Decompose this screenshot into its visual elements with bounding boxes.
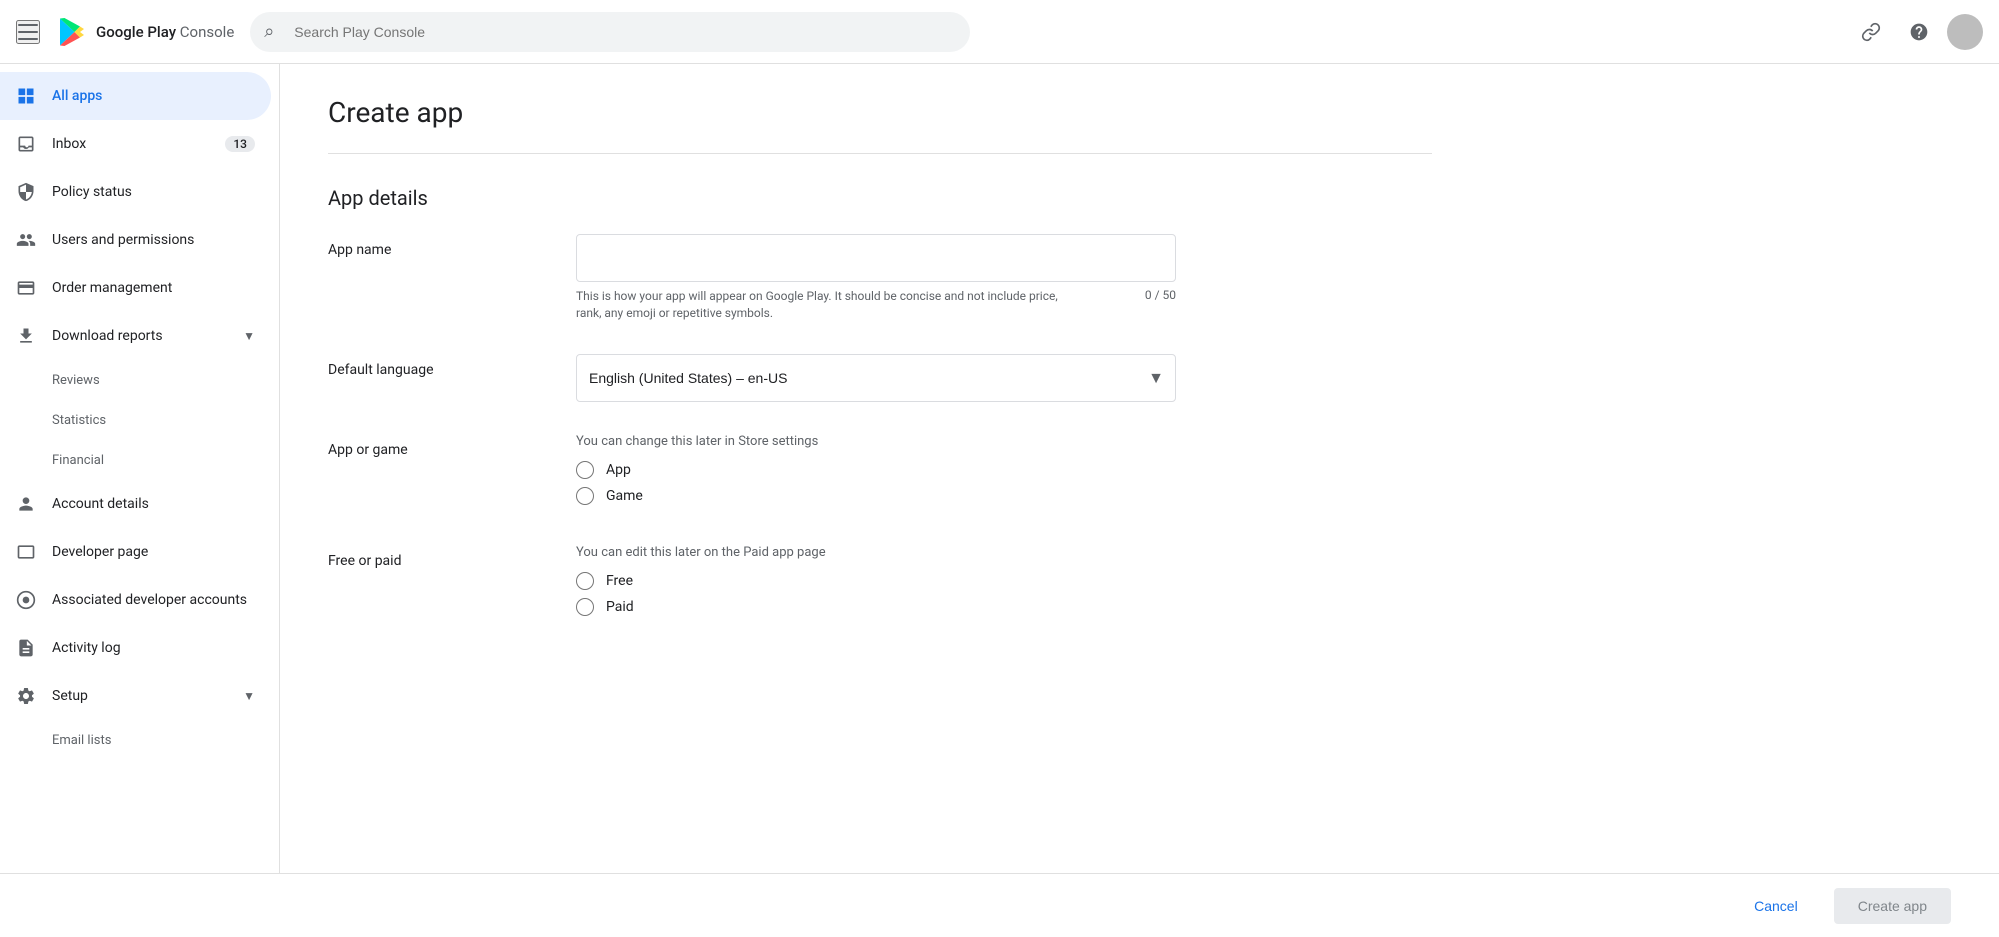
free-or-paid-hint: You can edit this later on the Paid app …: [576, 545, 1176, 560]
sidebar-item-financial[interactable]: Financial: [0, 440, 279, 480]
page-title: Create app: [328, 96, 1432, 129]
app-or-game-label: App or game: [328, 434, 528, 458]
grid-icon: [16, 86, 36, 106]
free-or-paid-label: Free or paid: [328, 545, 528, 569]
gear-icon: [16, 686, 36, 706]
app-name-row: App name This is how your app will appea…: [328, 234, 1432, 322]
credit-card-icon: [16, 278, 36, 298]
sidebar-associated-label: Associated developer accounts: [52, 592, 255, 608]
sidebar-account-label: Account details: [52, 496, 255, 512]
app-radio-option[interactable]: App: [576, 461, 1176, 479]
sidebar-reviews-label: Reviews: [52, 373, 100, 388]
menu-icon[interactable]: [16, 20, 40, 44]
card-icon: [16, 542, 36, 562]
sidebar-item-account-details[interactable]: Account details: [0, 480, 271, 528]
sidebar-activity-label: Activity log: [52, 640, 255, 656]
sidebar-setup-label: Setup: [52, 688, 227, 704]
language-select[interactable]: English (United States) – en-US Spanish …: [576, 354, 1176, 402]
sidebar-item-policy-status[interactable]: Policy status: [0, 168, 271, 216]
game-radio-label: Game: [606, 488, 643, 504]
free-or-paid-row: Free or paid You can edit this later on …: [328, 545, 1432, 624]
sidebar-users-label: Users and permissions: [52, 232, 255, 248]
cancel-button[interactable]: Cancel: [1730, 888, 1822, 924]
sidebar-item-inbox[interactable]: Inbox 13: [0, 120, 271, 168]
search-icon: ⌕: [264, 21, 274, 42]
sidebar-order-label: Order management: [52, 280, 255, 296]
main-content: Create app App details App name This is …: [280, 64, 1999, 873]
free-radio-option[interactable]: Free: [576, 572, 1176, 590]
sidebar-email-lists-label: Email lists: [52, 733, 111, 748]
inbox-icon: [16, 134, 36, 154]
sidebar-item-developer-page[interactable]: Developer page: [0, 528, 271, 576]
free-radio-input[interactable]: [576, 572, 594, 590]
sidebar-item-statistics[interactable]: Statistics: [0, 400, 279, 440]
layout: All apps Inbox 13 Policy status Users an…: [0, 64, 1999, 873]
search-input[interactable]: [250, 12, 970, 52]
person-group-icon: [16, 230, 36, 250]
app-or-game-hint: You can change this later in Store setti…: [576, 434, 1176, 449]
sidebar-download-label: Download reports: [52, 328, 227, 344]
app-name-field: This is how your app will appear on Goog…: [576, 234, 1176, 322]
sidebar-inbox-label: Inbox: [52, 136, 209, 152]
app-or-game-row: App or game You can change this later in…: [328, 434, 1432, 513]
free-or-paid-field: You can edit this later on the Paid app …: [576, 545, 1176, 624]
shield-icon: [16, 182, 36, 202]
app-name-hint-text: This is how your app will appear on Goog…: [576, 288, 1076, 322]
sidebar-item-setup[interactable]: Setup ▼: [0, 672, 271, 720]
document-icon: [16, 638, 36, 658]
sidebar-developer-label: Developer page: [52, 544, 255, 560]
google-play-logo-icon: [56, 16, 88, 48]
paid-radio-label: Paid: [606, 599, 634, 615]
target-icon: [16, 590, 36, 610]
language-select-wrapper: English (United States) – en-US Spanish …: [576, 354, 1176, 402]
search-bar: ⌕: [250, 12, 970, 52]
default-language-label: Default language: [328, 354, 528, 378]
logo-text: Google Play Console: [96, 23, 234, 41]
avatar[interactable]: [1947, 14, 1983, 50]
sidebar-item-reviews[interactable]: Reviews: [0, 360, 279, 400]
paid-radio-input[interactable]: [576, 598, 594, 616]
sidebar-policy-label: Policy status: [52, 184, 255, 200]
inbox-badge: 13: [225, 136, 255, 152]
header: Google Play Console ⌕: [0, 0, 1999, 64]
paid-radio-option[interactable]: Paid: [576, 598, 1176, 616]
app-radio-input[interactable]: [576, 461, 594, 479]
sidebar-item-users-permissions[interactable]: Users and permissions: [0, 216, 271, 264]
game-radio-option[interactable]: Game: [576, 487, 1176, 505]
page-divider: [328, 153, 1432, 154]
app-or-game-field: You can change this later in Store setti…: [576, 434, 1176, 513]
default-language-row: Default language English (United States)…: [328, 354, 1432, 402]
download-chevron-icon: ▼: [243, 329, 255, 343]
sidebar-financial-label: Financial: [52, 453, 104, 468]
sidebar-item-email-lists[interactable]: Email lists: [0, 720, 279, 760]
section-title: App details: [328, 186, 1432, 210]
default-language-field: English (United States) – en-US Spanish …: [576, 354, 1176, 402]
link-icon: [1861, 22, 1881, 42]
sidebar: All apps Inbox 13 Policy status Users an…: [0, 64, 280, 873]
link-icon-button[interactable]: [1851, 12, 1891, 52]
sidebar-item-activity-log[interactable]: Activity log: [0, 624, 271, 672]
sidebar-item-download-reports[interactable]: Download reports ▼: [0, 312, 271, 360]
game-radio-input[interactable]: [576, 487, 594, 505]
create-app-button[interactable]: Create app: [1834, 888, 1951, 924]
header-logo[interactable]: Google Play Console: [56, 16, 234, 48]
person-icon: [16, 494, 36, 514]
app-name-hint-row: This is how your app will appear on Goog…: [576, 288, 1176, 322]
help-icon: [1909, 22, 1929, 42]
footer: Cancel Create app: [0, 873, 1999, 937]
app-name-count: 0 / 50: [1145, 288, 1176, 322]
app-radio-label: App: [606, 462, 631, 478]
sidebar-all-apps-label: All apps: [52, 88, 255, 104]
sidebar-item-associated-dev[interactable]: Associated developer accounts: [0, 576, 271, 624]
sidebar-statistics-label: Statistics: [52, 413, 106, 428]
header-actions: [1851, 12, 1983, 52]
sidebar-item-order-management[interactable]: Order management: [0, 264, 271, 312]
free-radio-label: Free: [606, 573, 633, 589]
sidebar-item-all-apps[interactable]: All apps: [0, 72, 271, 120]
help-icon-button[interactable]: [1899, 12, 1939, 52]
app-name-label: App name: [328, 234, 528, 258]
download-icon: [16, 326, 36, 346]
app-name-input[interactable]: [576, 234, 1176, 282]
setup-chevron-icon: ▼: [243, 689, 255, 703]
